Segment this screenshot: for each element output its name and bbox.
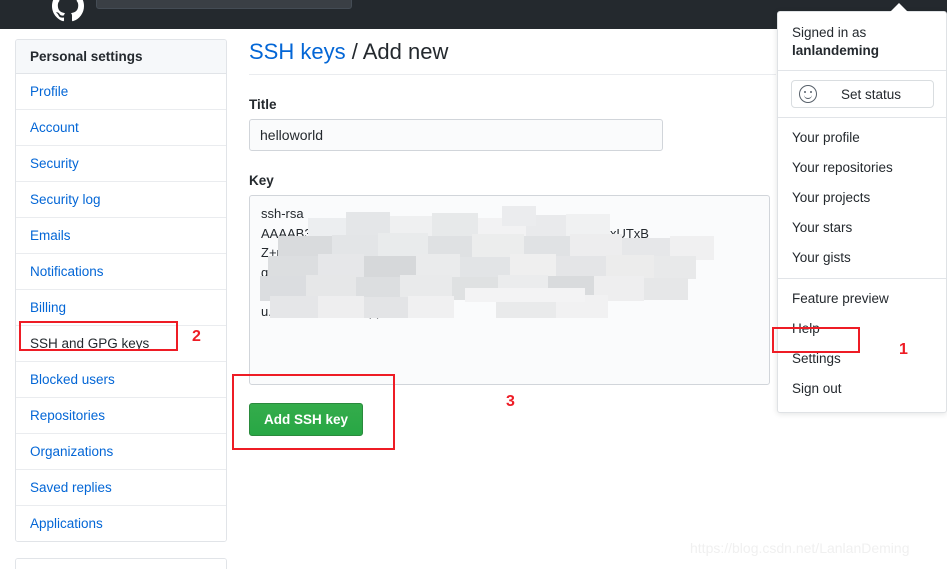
menu-item-help[interactable]: Help bbox=[778, 314, 946, 344]
set-status-button[interactable]: Set status bbox=[791, 80, 934, 108]
main-content: SSH keys / Add new Title Key ssh-rsa AAA… bbox=[249, 39, 776, 436]
key-textarea[interactable]: ssh-rsa AAAAB3 3ndQQA4bYvivHzfvrwkXs7I6x… bbox=[249, 195, 770, 385]
sidebar-item-repositories[interactable]: Repositories bbox=[16, 398, 226, 434]
menu-item-your-profile[interactable]: Your profile bbox=[778, 123, 946, 153]
signed-in-username: lanlandeming bbox=[792, 43, 880, 58]
menu-item-your-repositories[interactable]: Your repositories bbox=[778, 153, 946, 183]
signed-in-block: Signed in as lanlandeming bbox=[778, 16, 946, 70]
annotation-number-2: 2 bbox=[192, 328, 201, 345]
sidebar-item-blocked-users[interactable]: Blocked users bbox=[16, 362, 226, 398]
search-input[interactable] bbox=[96, 0, 352, 9]
signed-in-prefix: Signed in as bbox=[792, 25, 867, 40]
sidebar-item-notifications[interactable]: Notifications bbox=[16, 254, 226, 290]
menu-item-your-gists[interactable]: Your gists bbox=[778, 243, 946, 273]
set-status-label: Set status bbox=[840, 86, 902, 102]
sidebar-item-saved-replies[interactable]: Saved replies bbox=[16, 470, 226, 506]
sidebar-item-applications[interactable]: Applications bbox=[16, 506, 226, 541]
personal-settings-sidebar: Personal settings Profile Account Securi… bbox=[15, 39, 227, 569]
developer-settings-box: Developer settings bbox=[15, 558, 227, 569]
page-title: SSH keys / Add new bbox=[249, 39, 776, 75]
dropdown-group-primary: Your profile Your repositories Your proj… bbox=[778, 118, 946, 278]
key-textarea-value: ssh-rsa AAAAB3 3ndQQA4bYvivHzfvrwkXs7I6x… bbox=[261, 206, 649, 319]
sidebar-heading: Personal settings bbox=[16, 40, 226, 74]
sidebar-item-account[interactable]: Account bbox=[16, 110, 226, 146]
sidebar-item-billing[interactable]: Billing bbox=[16, 290, 226, 326]
menu-item-sign-out[interactable]: Sign out bbox=[778, 374, 946, 404]
annotation-number-3: 3 bbox=[506, 393, 515, 410]
set-status-wrapper: Set status bbox=[778, 71, 946, 117]
github-logo-icon[interactable] bbox=[52, 0, 84, 22]
page-title-current: Add new bbox=[362, 39, 449, 64]
add-ssh-key-button[interactable]: Add SSH key bbox=[249, 403, 364, 436]
page-title-link[interactable]: SSH keys bbox=[249, 39, 346, 64]
menu-item-feature-preview[interactable]: Feature preview bbox=[778, 284, 946, 314]
page-title-separator: / bbox=[351, 39, 358, 64]
dropdown-caret-icon bbox=[890, 3, 908, 12]
sidebar-item-security-log[interactable]: Security log bbox=[16, 182, 226, 218]
title-input[interactable] bbox=[249, 119, 663, 151]
sidebar-item-organizations[interactable]: Organizations bbox=[16, 434, 226, 470]
menu-item-your-stars[interactable]: Your stars bbox=[778, 213, 946, 243]
sidebar-nav-box: Personal settings Profile Account Securi… bbox=[15, 39, 227, 542]
key-field-label: Key bbox=[249, 173, 274, 188]
menu-item-settings[interactable]: Settings bbox=[778, 344, 946, 374]
sidebar-item-developer-settings[interactable]: Developer settings bbox=[16, 559, 226, 569]
sidebar-item-security[interactable]: Security bbox=[16, 146, 226, 182]
annotation-number-1: 1 bbox=[899, 341, 908, 358]
smiley-face-icon bbox=[799, 85, 817, 103]
menu-item-your-projects[interactable]: Your projects bbox=[778, 183, 946, 213]
user-dropdown-menu: Signed in as lanlandeming Set status You… bbox=[777, 11, 947, 413]
sidebar-item-profile[interactable]: Profile bbox=[16, 74, 226, 110]
dropdown-group-secondary: Feature preview Help Settings Sign out bbox=[778, 279, 946, 412]
sidebar-item-emails[interactable]: Emails bbox=[16, 218, 226, 254]
watermark: https://blog.csdn.net/LanlanDeming bbox=[690, 540, 910, 556]
title-field-label: Title bbox=[249, 97, 277, 112]
